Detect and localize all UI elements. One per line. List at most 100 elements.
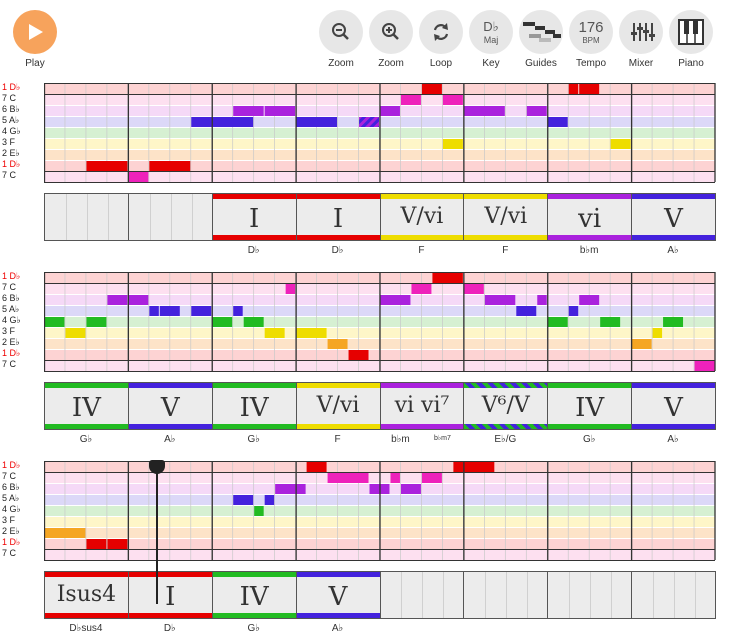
note-block[interactable] <box>579 295 600 305</box>
note-block[interactable] <box>453 462 495 472</box>
note-block[interactable] <box>380 295 411 305</box>
note-block[interactable] <box>306 462 327 472</box>
chord-block[interactable]: V <box>631 193 716 241</box>
note-block[interactable] <box>86 161 128 171</box>
chord-block[interactable]: I <box>127 571 213 619</box>
note-block[interactable] <box>107 295 128 305</box>
note-block[interactable] <box>610 139 631 149</box>
note-block[interactable] <box>44 317 65 327</box>
zoom-out-button[interactable] <box>319 10 363 54</box>
note-block[interactable] <box>254 506 264 516</box>
note-block[interactable] <box>579 84 600 94</box>
note-block[interactable] <box>568 306 579 316</box>
note-block[interactable] <box>107 539 128 549</box>
note-block[interactable] <box>243 317 264 327</box>
note-block[interactable] <box>348 350 369 360</box>
note-block[interactable] <box>327 339 348 349</box>
note-block[interactable] <box>547 317 568 327</box>
note-block[interactable] <box>149 306 159 316</box>
note-block[interactable] <box>264 495 275 505</box>
chord-slot-empty[interactable] <box>379 571 465 619</box>
note-block[interactable] <box>86 539 107 549</box>
play-button[interactable] <box>13 10 57 54</box>
chord-block[interactable]: V <box>127 382 213 430</box>
chord-block[interactable]: I <box>295 193 381 241</box>
note-block[interactable] <box>149 161 191 171</box>
note-block[interactable] <box>65 328 86 338</box>
chord-block[interactable]: V/vi <box>463 193 549 241</box>
piano-button[interactable] <box>669 10 713 54</box>
chord-block[interactable]: V <box>631 382 716 430</box>
chord-block[interactable]: vi <box>547 193 633 241</box>
note-block[interactable] <box>400 484 421 494</box>
loop-button[interactable] <box>419 10 463 54</box>
guides-button[interactable] <box>519 10 563 54</box>
note-block[interactable] <box>233 106 264 116</box>
chord-block[interactable]: Isus4 <box>44 571 129 619</box>
note-block[interactable] <box>285 284 296 294</box>
note-block[interactable] <box>652 328 663 338</box>
note-block[interactable] <box>568 84 579 94</box>
note-block[interactable] <box>233 306 243 316</box>
note-block[interactable] <box>275 484 306 494</box>
tempo-button[interactable]: 176 BPM <box>569 10 613 54</box>
note-block[interactable] <box>442 139 463 149</box>
chord-slot-empty[interactable] <box>463 571 549 619</box>
note-block[interactable] <box>663 317 684 327</box>
note-block[interactable] <box>264 106 296 116</box>
note-block[interactable] <box>516 306 537 316</box>
note-block[interactable] <box>463 106 505 116</box>
note-grid[interactable] <box>44 461 716 561</box>
chord-block[interactable]: V/vi <box>379 193 465 241</box>
chord-block[interactable]: vi vi⁷ <box>379 382 465 430</box>
chord-slot-empty[interactable] <box>127 193 213 241</box>
chord-block[interactable]: I <box>211 193 297 241</box>
note-block[interactable] <box>159 306 180 316</box>
chord-block[interactable]: V/vi <box>295 382 381 430</box>
note-block[interactable] <box>128 172 149 182</box>
note-block[interactable] <box>411 284 432 294</box>
chord-block[interactable]: V <box>295 571 381 619</box>
note-block[interactable] <box>44 528 86 538</box>
chord-block[interactable]: IV <box>211 382 297 430</box>
note-block[interactable] <box>86 317 107 327</box>
note-block[interactable] <box>359 117 379 127</box>
note-grid[interactable] <box>44 272 716 372</box>
chord-block[interactable]: IV <box>211 571 297 619</box>
note-block[interactable] <box>484 295 516 305</box>
note-block[interactable] <box>233 495 254 505</box>
note-block[interactable] <box>264 328 285 338</box>
note-block[interactable] <box>442 95 463 105</box>
note-block[interactable] <box>390 473 400 483</box>
note-grid[interactable] <box>44 83 716 183</box>
zoom-in-button[interactable] <box>369 10 413 54</box>
note-block[interactable] <box>421 473 442 483</box>
chord-block[interactable]: IV <box>44 382 129 430</box>
key-button[interactable]: D♭ Maj <box>469 10 513 54</box>
note-block[interactable] <box>296 328 327 338</box>
note-block[interactable] <box>432 273 463 283</box>
note-block[interactable] <box>547 117 568 127</box>
note-block[interactable] <box>296 117 338 127</box>
note-block[interactable] <box>421 84 442 94</box>
note-block[interactable] <box>400 95 421 105</box>
note-block[interactable] <box>327 473 369 483</box>
mixer-button[interactable] <box>619 10 663 54</box>
note-block[interactable] <box>380 106 400 116</box>
chord-block[interactable]: IV <box>547 382 633 430</box>
note-block[interactable] <box>191 117 254 127</box>
note-block[interactable] <box>212 317 233 327</box>
chord-block[interactable]: V⁶/V <box>463 382 549 430</box>
note-block[interactable] <box>128 295 149 305</box>
note-block[interactable] <box>191 306 212 316</box>
note-block[interactable] <box>537 295 547 305</box>
chord-slot-empty[interactable] <box>547 571 633 619</box>
note-block[interactable] <box>694 361 715 371</box>
note-block[interactable] <box>463 284 484 294</box>
note-block[interactable] <box>631 339 652 349</box>
chord-slot-empty[interactable] <box>44 193 129 241</box>
note-block[interactable] <box>526 106 547 116</box>
note-block[interactable] <box>600 317 621 327</box>
playhead[interactable] <box>156 462 158 604</box>
chord-slot-empty[interactable] <box>631 571 716 619</box>
